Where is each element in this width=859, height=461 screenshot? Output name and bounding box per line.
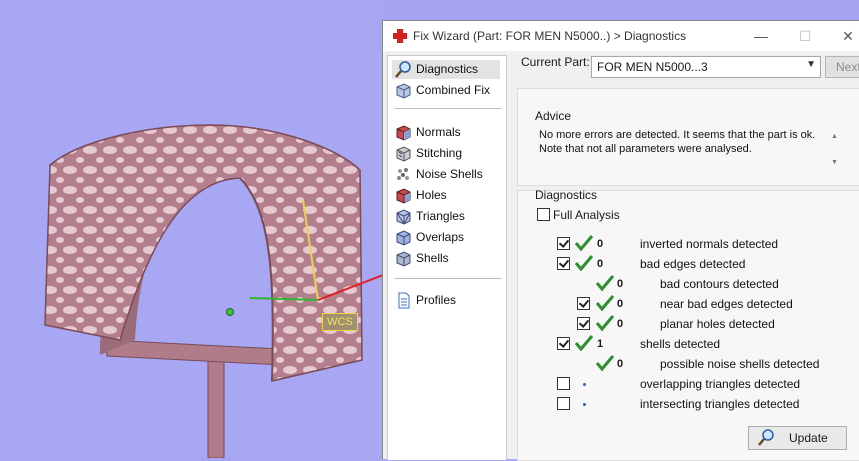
near-bad-edges-label: near bad edges detected bbox=[660, 297, 793, 311]
green-check-icon bbox=[595, 355, 615, 372]
noise-shells-count: 0 bbox=[617, 358, 624, 370]
green-check-icon bbox=[595, 295, 615, 312]
3d-viewport[interactable]: WCS bbox=[0, 0, 383, 458]
ring-model bbox=[44, 124, 383, 458]
bad-edges-count: 0 bbox=[597, 258, 604, 270]
nav-item-normals[interactable]: Normals bbox=[392, 123, 467, 142]
bad-edges-checkbox[interactable] bbox=[557, 257, 570, 270]
nav-label: Shells bbox=[416, 251, 449, 265]
nav-label: Triangles bbox=[416, 209, 465, 223]
nav-label: Stitching bbox=[416, 146, 463, 160]
green-check-icon bbox=[595, 315, 615, 332]
stitching-cube-icon bbox=[396, 146, 411, 162]
green-check-icon bbox=[574, 235, 594, 252]
intersecting-triangles-label: intersecting triangles detected bbox=[640, 397, 800, 411]
wcs-label: WCS bbox=[322, 313, 358, 331]
normals-cube-icon bbox=[396, 125, 411, 141]
close-button[interactable]: ✕ bbox=[836, 24, 859, 48]
profiles-document-icon bbox=[398, 292, 410, 309]
nav-label: Diagnostics bbox=[416, 62, 479, 76]
pending-dot-icon bbox=[583, 403, 586, 406]
shells-count: 1 bbox=[597, 338, 604, 350]
green-check-icon bbox=[574, 255, 594, 272]
planar-holes-checkbox[interactable] bbox=[577, 317, 590, 330]
bad-contours-count: 0 bbox=[617, 278, 624, 290]
nav-item-combined-fix[interactable]: Combined Fix bbox=[392, 81, 496, 100]
near-bad-edges-count: 0 bbox=[617, 298, 624, 310]
magnifier-icon bbox=[758, 429, 774, 446]
red-cross-icon bbox=[393, 29, 407, 43]
next-button[interactable]: Next bbox=[825, 56, 859, 78]
overlapping-triangles-checkbox[interactable] bbox=[557, 377, 570, 390]
chevron-down-icon: ▼ bbox=[806, 59, 816, 70]
full-analysis-label: Full Analysis bbox=[553, 208, 620, 222]
wizard-nav-pane: Diagnostics Combined Fix Normals Stitchi… bbox=[387, 55, 507, 460]
shells-checkbox[interactable] bbox=[557, 337, 570, 350]
minimize-button[interactable]: — bbox=[749, 24, 773, 48]
nav-item-holes[interactable]: Holes bbox=[392, 186, 453, 205]
scroll-down-icon[interactable]: ▼ bbox=[831, 159, 838, 166]
window-title: Fix Wizard (Part: FOR MEN N5000..) > Dia… bbox=[413, 29, 687, 43]
nav-label: Profiles bbox=[416, 293, 457, 307]
nav-item-noise-shells[interactable]: Noise Shells bbox=[392, 165, 489, 184]
diagnostics-title: Diagnostics bbox=[535, 188, 598, 202]
scroll-up-icon[interactable]: ▲ bbox=[831, 133, 838, 140]
noise-shells-icon bbox=[397, 168, 409, 180]
near-bad-edges-checkbox[interactable] bbox=[577, 297, 590, 310]
nav-item-overlaps[interactable]: Overlaps bbox=[392, 228, 470, 247]
bad-contours-label: bad contours detected bbox=[660, 277, 779, 291]
nav-item-triangles[interactable]: Triangles bbox=[392, 207, 471, 226]
holes-cube-icon bbox=[396, 188, 411, 204]
nav-label: Normals bbox=[416, 125, 461, 139]
magnifier-icon bbox=[395, 61, 411, 78]
nav-label: Noise Shells bbox=[416, 167, 483, 181]
shells-cube-icon bbox=[396, 251, 411, 267]
current-part-label: Current Part: bbox=[521, 55, 590, 69]
bad-edges-label: bad edges detected bbox=[640, 257, 746, 271]
pending-dot-icon bbox=[583, 383, 586, 386]
advice-title: Advice bbox=[535, 109, 572, 123]
update-button-label: Update bbox=[789, 431, 828, 445]
nav-divider bbox=[394, 108, 502, 109]
inverted-normals-count: 0 bbox=[597, 238, 604, 250]
current-part-value: FOR MEN N5000...3 bbox=[597, 60, 708, 74]
nav-divider bbox=[394, 278, 502, 279]
inverted-normals-label: inverted normals detected bbox=[640, 237, 779, 251]
inverted-normals-checkbox[interactable] bbox=[557, 237, 570, 250]
shells-label: shells detected bbox=[640, 337, 721, 351]
nav-item-stitching[interactable]: Stitching bbox=[392, 144, 468, 163]
full-analysis-checkbox[interactable] bbox=[537, 208, 550, 221]
combined-fix-icon bbox=[396, 83, 411, 99]
triangles-cube-icon bbox=[396, 209, 411, 225]
fix-wizard-window: Fix Wizard (Part: FOR MEN N5000..) > Dia… bbox=[382, 20, 859, 461]
maximize-button[interactable]: ☐ bbox=[793, 24, 817, 48]
overlapping-triangles-label: overlapping triangles detected bbox=[640, 377, 801, 391]
title-bar: Fix Wizard (Part: FOR MEN N5000..) > Dia… bbox=[383, 21, 859, 51]
nav-label: Overlaps bbox=[416, 230, 465, 244]
planar-holes-count: 0 bbox=[617, 318, 624, 330]
noise-shells-label: possible noise shells detected bbox=[660, 357, 820, 371]
nav-item-profiles[interactable]: Profiles bbox=[392, 291, 462, 310]
current-part-select[interactable]: FOR MEN N5000...3 ▼ bbox=[591, 56, 821, 78]
nav-label: Holes bbox=[416, 188, 447, 202]
overlaps-cube-icon bbox=[396, 230, 411, 246]
nav-label: Combined Fix bbox=[416, 83, 491, 97]
green-check-icon bbox=[595, 275, 615, 292]
nav-item-shells[interactable]: Shells bbox=[392, 249, 455, 268]
intersecting-triangles-checkbox[interactable] bbox=[557, 397, 570, 410]
advice-text: No more errors are detected. It seems th… bbox=[539, 129, 816, 155]
green-check-icon bbox=[574, 335, 594, 352]
nav-item-diagnostics[interactable]: Diagnostics bbox=[392, 60, 500, 79]
planar-holes-label: planar holes detected bbox=[660, 317, 775, 331]
update-button[interactable]: Update bbox=[748, 426, 847, 450]
